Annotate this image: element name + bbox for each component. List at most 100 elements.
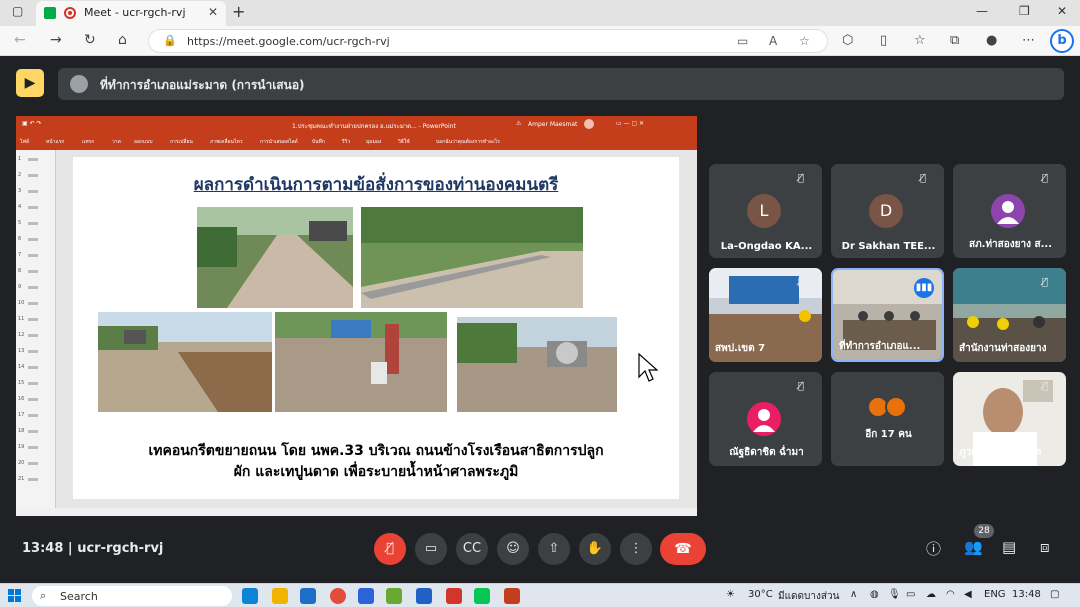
mic-muted-icon: 🎙̸: [798, 173, 805, 184]
window-close-icon[interactable]: ✕: [1057, 4, 1067, 18]
new-tab-button[interactable]: +: [232, 2, 245, 21]
back-arrow-icon[interactable]: ←: [14, 32, 26, 48]
ribbon-tab: ออกแบบ: [134, 139, 153, 145]
participant-name: ที่ทำการอำเภอแ...: [839, 341, 921, 352]
participant-tile[interactable]: 🎙̸ สพป.เขต 7: [709, 268, 822, 362]
tray-onedrive-icon[interactable]: ☁: [926, 589, 936, 600]
participant-tile[interactable]: 🎙̸ สำนักงานท่าสองยาง: [953, 268, 1066, 362]
present-screen-button[interactable]: ⇧: [538, 533, 570, 565]
tray-clock[interactable]: 13:48: [1012, 589, 1041, 600]
zoom-app-icon[interactable]: [358, 588, 374, 604]
forward-arrow-icon[interactable]: →: [50, 32, 62, 48]
presenter-avatar: [70, 75, 88, 93]
mic-muted-icon: 🎙̸: [798, 381, 805, 392]
more-menu-icon[interactable]: ⋯: [1022, 33, 1035, 48]
tray-wifi-icon[interactable]: ◠: [946, 589, 955, 600]
captions-button[interactable]: CC: [456, 533, 488, 565]
bing-copilot-icon[interactable]: b: [1050, 29, 1074, 53]
minimize-icon[interactable]: —: [976, 4, 988, 18]
participant-name: ณัฐธิดาชิต ฉ่ำมา: [729, 447, 804, 458]
tray-chevron-icon[interactable]: ∧: [850, 589, 857, 600]
mic-muted-icon: 🎙̸: [1042, 381, 1049, 392]
others-tile[interactable]: อีก 17 คน: [831, 372, 944, 466]
line-app-icon[interactable]: [474, 588, 490, 604]
participant-tile[interactable]: 🎙̸ ณัฐธิดาชิต ฉ่ำมา: [709, 372, 822, 466]
participant-tile[interactable]: 🎙̸ ภูวดิท ภถมมณีไซต: [953, 372, 1066, 466]
tab-close-icon[interactable]: ✕: [208, 5, 218, 19]
meeting-info-icon[interactable]: ⓘ: [926, 538, 941, 559]
camera-blocked-icon[interactable]: ▭: [737, 34, 748, 48]
extensions-icon[interactable]: ⬡: [842, 33, 853, 48]
participant-name: สำนักงานท่าสองยาง: [959, 343, 1047, 354]
more-options-button[interactable]: ⋮: [620, 533, 652, 565]
mic-toggle-button[interactable]: 🎙̸: [374, 533, 406, 565]
favorites-icon[interactable]: ☆: [914, 33, 926, 48]
chrome-app-icon[interactable]: [330, 588, 346, 604]
browser-tab-bar: ▢ Meet - ucr-rgch-rvj ✕ + — ❐ ✕: [0, 0, 1080, 26]
address-bar[interactable]: 🔒 https://meet.google.com/ucr-rgch-rvj ▭…: [148, 29, 828, 53]
mouse-pointer-icon: [638, 353, 658, 382]
chat-icon[interactable]: ▤: [1002, 538, 1016, 556]
raise-hand-button[interactable]: ✋: [579, 533, 611, 565]
read-aloud-icon[interactable]: A: [769, 34, 777, 48]
reload-icon[interactable]: ↻: [84, 32, 96, 48]
file-explorer-icon[interactable]: [272, 588, 288, 604]
word-app-icon[interactable]: [416, 588, 432, 604]
mail-app-icon[interactable]: [300, 588, 316, 604]
ppt-slide-thumbnails: 1 2 3 4 5 6 7 8 9 10 11 12 13 14 15 16 1…: [16, 150, 56, 508]
notification-icon[interactable]: ▢: [1050, 589, 1059, 600]
participant-tile[interactable]: 🎙̸ D Dr Sakhan TEE...: [831, 164, 944, 258]
taskbar-search[interactable]: ⌕ Search: [32, 586, 232, 606]
ribbon-tab: บอกฉันว่าคุณต้องการทำอะไร: [436, 139, 500, 145]
tray-display-icon[interactable]: ▭: [906, 589, 915, 600]
activities-icon[interactable]: ⧈: [1040, 538, 1050, 556]
mic-muted-icon: 🎙̸: [1042, 277, 1049, 288]
participant-tile[interactable]: 🎙̸ สภ.ท่าสองยาง ส...: [953, 164, 1066, 258]
participant-tile[interactable]: 🎙̸ L La-Ongdao KA...: [709, 164, 822, 258]
tray-language[interactable]: ENG: [984, 589, 1006, 600]
ribbon-tab: วาด: [112, 139, 121, 145]
presenter-banner-text: ที่ทำการอำเภอแม่ระมาด (การนำเสนอ): [100, 78, 305, 92]
taskbar-search-label: Search: [60, 590, 98, 603]
participant-name: ภูวดิท ภถมมณีไซต: [959, 447, 1042, 458]
split-screen-icon[interactable]: ▯: [880, 33, 887, 48]
presentation-icon[interactable]: ▶: [16, 69, 44, 97]
qgis-app-icon[interactable]: [386, 588, 402, 604]
tray-volume-icon[interactable]: ◀: [964, 589, 972, 600]
weather-icon[interactable]: ☀: [726, 589, 735, 600]
slide-heading: ผลการดำเนินการตามข้อสั่งการของท่านองคมนต…: [193, 175, 559, 195]
acrobat-app-icon[interactable]: [446, 588, 462, 604]
lock-icon[interactable]: 🔒: [163, 34, 177, 47]
camera-toggle-button[interactable]: ▭: [415, 533, 447, 565]
restore-icon[interactable]: ❐: [1019, 4, 1030, 18]
browser-tab[interactable]: Meet - ucr-rgch-rvj ✕: [36, 1, 226, 26]
leave-call-button[interactable]: ☎: [660, 533, 706, 565]
slide-canvas: ผลการดำเนินการตามข้อสั่งการของท่านองคมนต…: [73, 157, 679, 499]
ppt-user-avatar: [584, 119, 594, 129]
profile-avatar-icon[interactable]: ●: [986, 33, 997, 48]
url-text[interactable]: https://meet.google.com/ucr-rgch-rvj: [187, 35, 390, 48]
slide-caption-line2: ผัก และเทปูนดาด เพื่อระบายน้ำหน้าศาลพระภ…: [233, 464, 519, 480]
participant-tile-speaking[interactable]: ▮▮▮ ที่ทำการอำเภอแ...: [831, 268, 944, 362]
collections-icon[interactable]: ⧉: [950, 33, 959, 48]
ppt-window-controls: ▭ — ▢ ✕: [616, 120, 645, 127]
ppt-warning-icon: ⚠: [516, 120, 522, 127]
ppt-user: Amper Maesmat: [528, 121, 578, 128]
address-toolbar: ← → ↻ ⌂ 🔒 https://meet.google.com/ucr-rg…: [0, 26, 1080, 56]
emoji-reaction-button[interactable]: ☺: [497, 533, 529, 565]
tray-network-icon[interactable]: ◍: [870, 589, 879, 600]
favorite-star-icon[interactable]: ☆: [799, 34, 810, 48]
slide-photo-road-dig: [98, 312, 272, 412]
ribbon-tab: การนำเสนอสไลด์: [260, 139, 298, 145]
edge-app-icon[interactable]: [242, 588, 258, 604]
weather-text[interactable]: มีแดดบางส่วน: [778, 589, 839, 604]
home-icon[interactable]: ⌂: [118, 32, 127, 48]
windows-start-icon[interactable]: [8, 589, 22, 603]
tray-mic-icon[interactable]: 🎙: [888, 589, 901, 600]
powerpoint-app-icon[interactable]: [504, 588, 520, 604]
participant-name: Dr Sakhan TEE...: [841, 241, 936, 252]
weather-temperature[interactable]: 30°C: [748, 589, 773, 600]
ribbon-tab: การเปลี่ยน: [170, 139, 193, 145]
tab-actions-icon[interactable]: ▢: [12, 4, 23, 18]
people-icon[interactable]: 👥: [964, 538, 983, 556]
